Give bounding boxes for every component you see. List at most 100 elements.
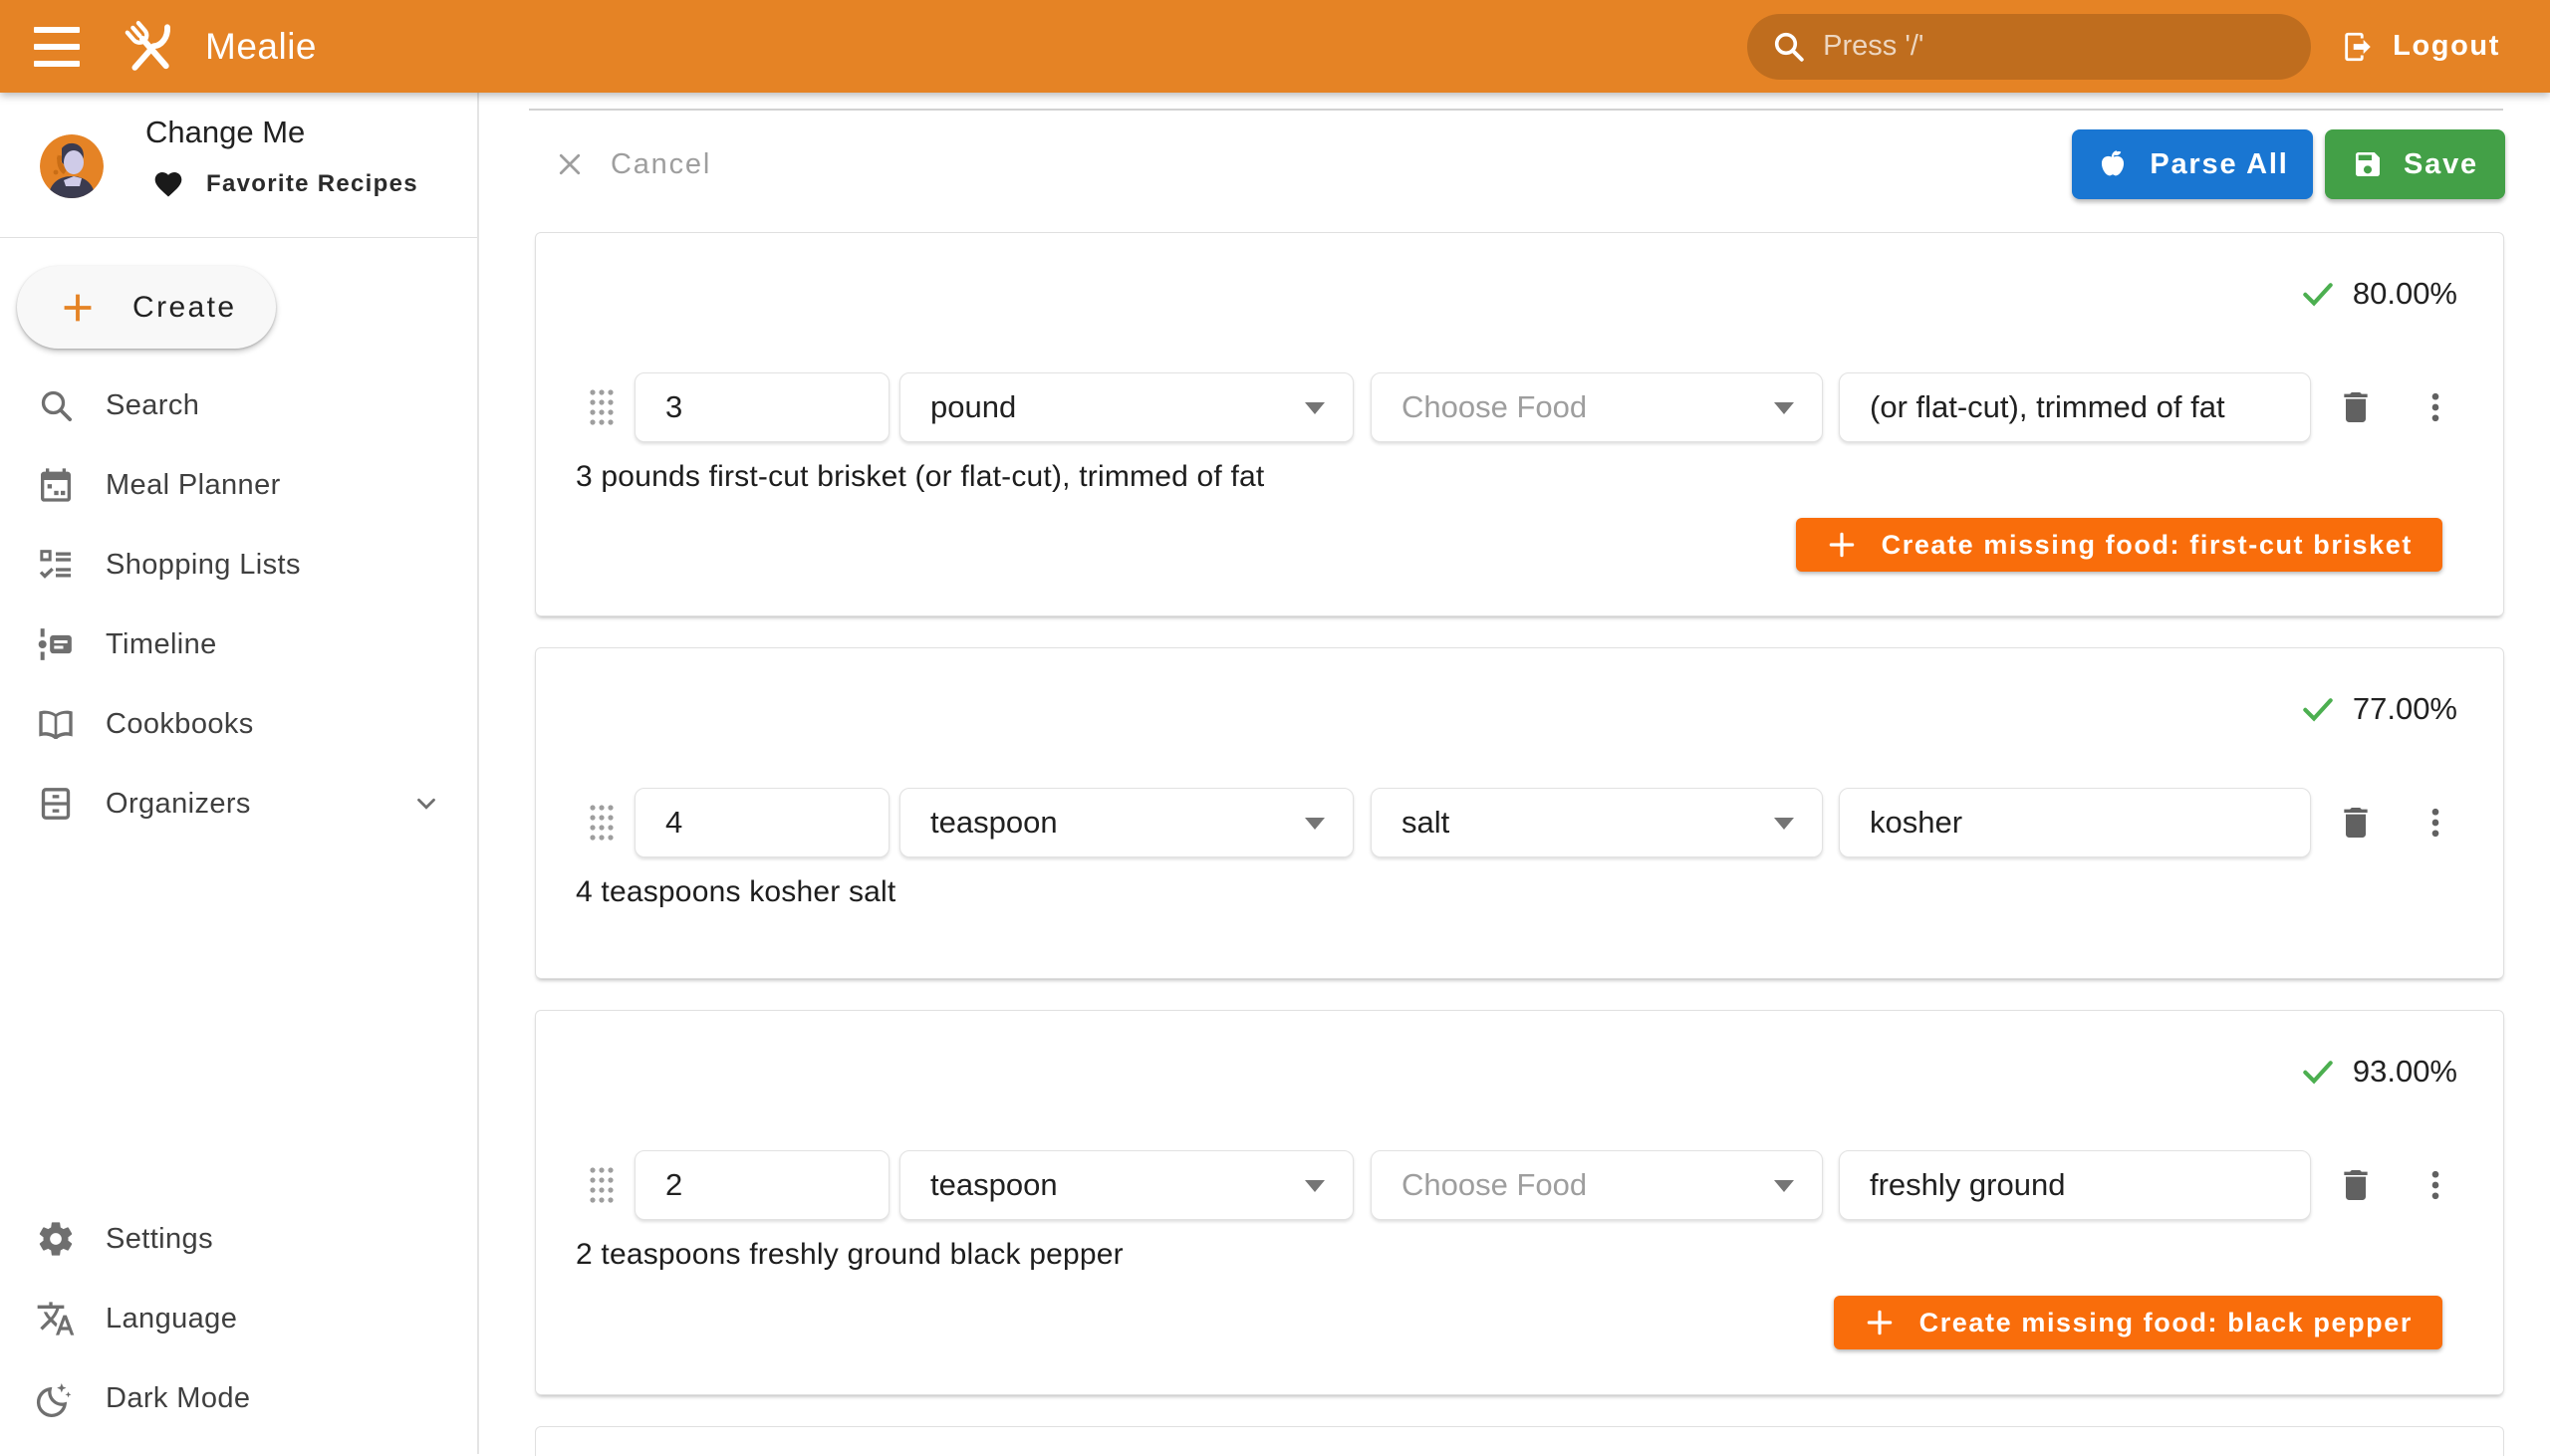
plus-icon	[1826, 529, 1858, 561]
logout-button[interactable]: Logout	[2341, 12, 2500, 82]
unit-select[interactable]: pound	[899, 372, 1354, 442]
sidebar: Change Me Favorite Recipes Create Search	[0, 93, 479, 1454]
translate-icon	[36, 1299, 76, 1338]
confidence-value: 77.00%	[2353, 691, 2457, 727]
parse-all-label: Parse All	[2150, 148, 2288, 181]
food-select[interactable]: Choose Food	[1371, 372, 1823, 442]
sidebar-item-timeline[interactable]: Timeline	[0, 605, 477, 684]
note-input[interactable]	[1839, 788, 2311, 857]
create-missing-food-button[interactable]: Create missing food: black pepper	[1834, 1296, 2442, 1349]
create-button[interactable]: Create	[17, 266, 276, 349]
plus-icon	[55, 285, 101, 331]
global-search-input[interactable]	[1823, 30, 2287, 63]
check-icon	[2299, 1053, 2337, 1091]
more-menu-button[interactable]	[2414, 801, 2457, 845]
ingredient-card	[535, 1426, 2504, 1456]
cancel-button[interactable]: Cancel	[539, 132, 727, 196]
cancel-label: Cancel	[611, 148, 711, 181]
user-profile[interactable]: Change Me Favorite Recipes	[0, 93, 477, 238]
sidebar-item-meal-planner[interactable]: Meal Planner	[0, 445, 477, 525]
unit-value: teaspoon	[930, 805, 1058, 841]
food-select[interactable]: Choose Food	[1371, 1150, 1823, 1220]
calendar-icon	[36, 465, 76, 505]
caret-down-icon	[1774, 818, 1794, 830]
sidebar-item-settings[interactable]: Settings	[0, 1199, 477, 1279]
profile-name: Change Me	[145, 115, 305, 150]
kebab-icon	[2417, 388, 2454, 426]
main-content: Cancel Parse All Save 80.00% poun	[481, 93, 2550, 1454]
save-button[interactable]: Save	[2325, 129, 2505, 199]
original-text: 3 pounds first-cut brisket (or flat-cut)…	[576, 460, 1264, 494]
delete-button[interactable]	[2334, 801, 2378, 845]
trash-icon	[2336, 1165, 2376, 1205]
food-value: salt	[1402, 805, 1449, 841]
sidebar-item-language[interactable]: Language	[0, 1279, 477, 1358]
drag-handle-icon[interactable]	[589, 388, 615, 426]
drag-handle-icon[interactable]	[589, 804, 615, 842]
checklist-icon	[36, 545, 76, 585]
more-menu-button[interactable]	[2414, 385, 2457, 429]
chevron-down-icon	[411, 789, 441, 819]
food-placeholder: Choose Food	[1402, 1167, 1587, 1203]
logout-label: Logout	[2393, 30, 2500, 63]
book-icon	[36, 704, 76, 744]
create-missing-food-button[interactable]: Create missing food: first-cut brisket	[1796, 518, 2442, 572]
app-header: Mealie Logout	[0, 0, 2550, 93]
sidebar-item-cookbooks[interactable]: Cookbooks	[0, 684, 477, 764]
confidence-badge: 80.00%	[2299, 275, 2457, 313]
delete-button[interactable]	[2334, 385, 2378, 429]
parse-all-button[interactable]: Parse All	[2072, 129, 2313, 199]
kebab-icon	[2417, 1166, 2454, 1204]
logout-icon	[2341, 30, 2375, 64]
save-icon	[2352, 148, 2384, 180]
gear-icon	[36, 1219, 76, 1259]
sidebar-item-dark-mode[interactable]: Dark Mode	[0, 1358, 477, 1438]
quantity-input[interactable]	[635, 788, 890, 857]
avatar	[40, 134, 104, 198]
save-label: Save	[2404, 148, 2478, 181]
confidence-badge: 77.00%	[2299, 690, 2457, 728]
ingredient-card: 93.00% teaspoon Choose Food	[535, 1010, 2504, 1395]
kebab-icon	[2417, 804, 2454, 842]
search-icon	[36, 385, 76, 425]
timeline-icon	[36, 624, 76, 664]
delete-button[interactable]	[2334, 1163, 2378, 1207]
food-placeholder: Choose Food	[1402, 389, 1587, 425]
food-select[interactable]: salt	[1371, 788, 1823, 857]
more-menu-button[interactable]	[2414, 1163, 2457, 1207]
mealie-logo-icon	[118, 15, 181, 79]
quantity-input[interactable]	[635, 372, 890, 442]
favorites-label: Favorite Recipes	[206, 170, 418, 198]
close-icon	[555, 149, 585, 179]
quantity-input[interactable]	[635, 1150, 890, 1220]
sidebar-nav: Search Meal Planner Shopping Lists	[0, 365, 477, 844]
apple-icon	[2096, 147, 2130, 181]
unit-value: teaspoon	[930, 1167, 1058, 1203]
search-icon	[1771, 29, 1807, 65]
sidebar-item-search[interactable]: Search	[0, 365, 477, 445]
cabinet-icon	[36, 784, 76, 824]
unit-select[interactable]: teaspoon	[899, 1150, 1354, 1220]
sidebar-item-organizers[interactable]: Organizers	[0, 764, 477, 844]
unit-value: pound	[930, 389, 1016, 425]
caret-down-icon	[1774, 402, 1794, 414]
note-input[interactable]	[1839, 1150, 2311, 1220]
confidence-value: 93.00%	[2353, 1054, 2457, 1090]
caret-down-icon	[1305, 402, 1325, 414]
global-search[interactable]	[1747, 14, 2311, 80]
app-title: Mealie	[205, 26, 317, 68]
drag-handle-icon[interactable]	[589, 1166, 615, 1204]
confidence-badge: 93.00%	[2299, 1053, 2457, 1091]
trash-icon	[2336, 387, 2376, 427]
trash-icon	[2336, 803, 2376, 843]
plus-icon	[1864, 1307, 1896, 1338]
original-text: 2 teaspoons freshly ground black pepper	[576, 1238, 1124, 1272]
menu-icon[interactable]	[34, 27, 80, 67]
unit-select[interactable]: teaspoon	[899, 788, 1354, 857]
note-input[interactable]	[1839, 372, 2311, 442]
create-label: Create	[132, 291, 236, 325]
sidebar-footer: Settings Language Dark Mode	[0, 1199, 477, 1438]
sidebar-item-shopping-lists[interactable]: Shopping Lists	[0, 525, 477, 605]
ingredient-card: 80.00% pound Choose Food	[535, 232, 2504, 616]
ingredient-card: 77.00% teaspoon salt	[535, 647, 2504, 979]
